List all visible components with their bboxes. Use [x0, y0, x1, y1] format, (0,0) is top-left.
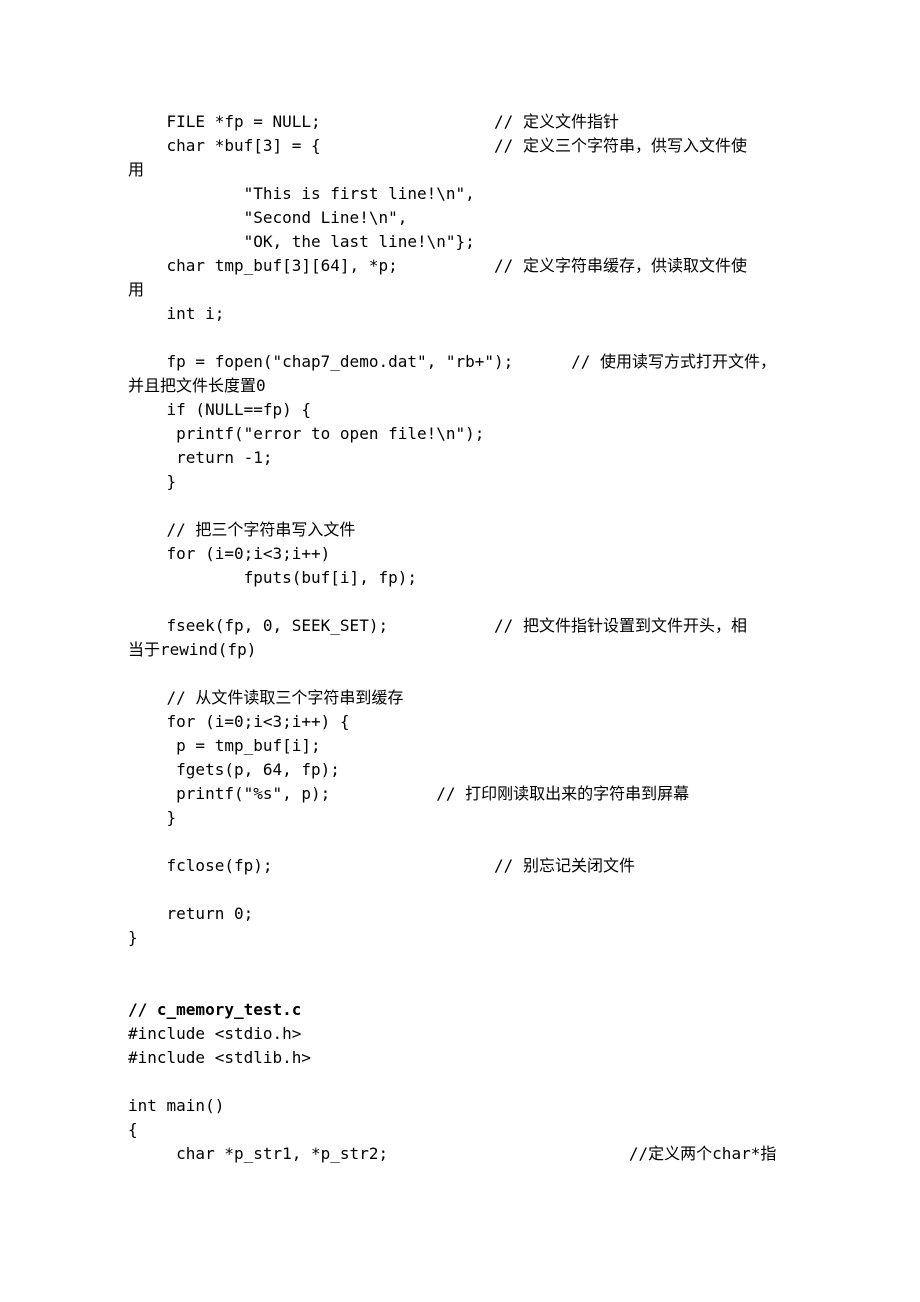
code-line: char *p_str1, *p_str2; //定义两个char*指 [128, 1144, 776, 1163]
code-line: #include <stdio.h> [128, 1024, 301, 1043]
code-line: "This is first line!\n", [128, 184, 475, 203]
code-line: 当于rewind(fp) [128, 640, 256, 659]
code-line: "Second Line!\n", [128, 208, 407, 227]
code-line: 并且把文件长度置0 [128, 376, 266, 395]
code-line: fgets(p, 64, fp); [128, 760, 340, 779]
code-page: FILE *fp = NULL; // 定义文件指针 char *buf[3] … [0, 0, 920, 1266]
code-line: return -1; [128, 448, 273, 467]
code-line: char tmp_buf[3][64], *p; // 定义字符串缓存，供读取文… [128, 256, 747, 275]
code-line: fp = fopen("chap7_demo.dat", "rb+"); // … [128, 352, 776, 371]
code-line: char *buf[3] = { // 定义三个字符串，供写入文件使 [128, 136, 747, 155]
code-line: // 从文件读取三个字符串到缓存 [128, 688, 403, 707]
code-line: printf("error to open file!\n"); [128, 424, 484, 443]
code-line: p = tmp_buf[i]; [128, 736, 321, 755]
code-line: int i; [128, 304, 224, 323]
code-line: "OK, the last line!\n"}; [128, 232, 475, 251]
code-line: 用 [128, 280, 144, 299]
code-line: return 0; [128, 904, 253, 923]
code-line: for (i=0;i<3;i++) [128, 544, 330, 563]
code-line: #include <stdlib.h> [128, 1048, 311, 1067]
code-line: } [128, 808, 176, 827]
code-line: 用 [128, 160, 144, 179]
code-line: } [128, 472, 176, 491]
code-line: } [128, 928, 138, 947]
code-line: // 把三个字符串写入文件 [128, 520, 355, 539]
code-line: printf("%s", p); // 打印刚读取出来的字符串到屏幕 [128, 784, 689, 803]
code-line: FILE *fp = NULL; // 定义文件指针 [128, 112, 619, 131]
code-line: fseek(fp, 0, SEEK_SET); // 把文件指针设置到文件开头，… [128, 616, 747, 635]
code-line: // c_memory_test.c [128, 1000, 301, 1019]
code-line: fclose(fp); // 别忘记关闭文件 [128, 856, 635, 875]
code-line: { [128, 1120, 138, 1139]
code-line: fputs(buf[i], fp); [128, 568, 417, 587]
code-line: for (i=0;i<3;i++) { [128, 712, 350, 731]
code-line: int main() [128, 1096, 224, 1115]
code-line: if (NULL==fp) { [128, 400, 311, 419]
